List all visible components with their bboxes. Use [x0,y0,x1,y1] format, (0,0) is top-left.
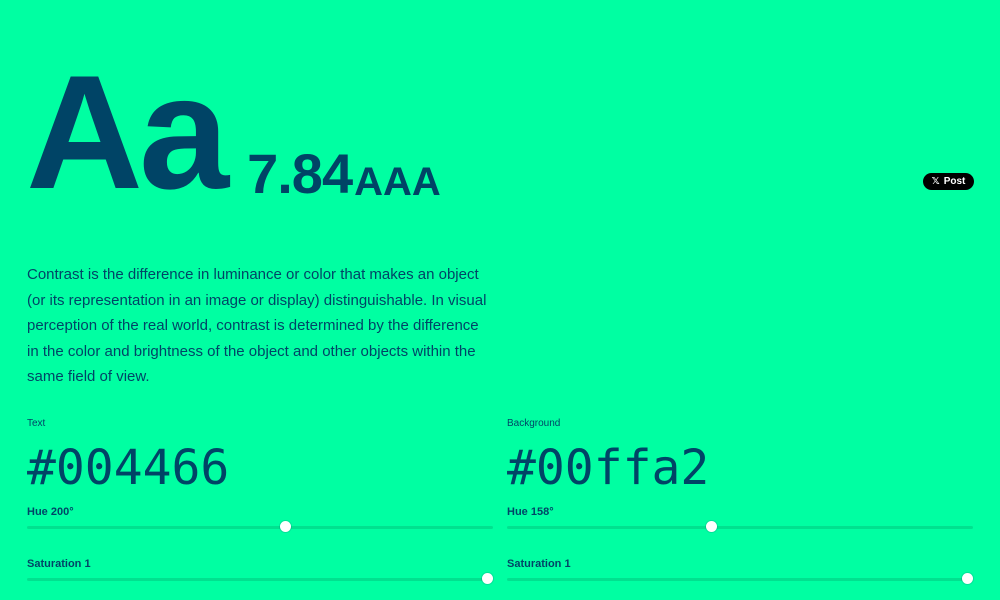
background-saturation-slider[interactable] [507,573,973,585]
slider-thumb[interactable] [279,521,291,532]
contrast-score: AAA [354,160,441,204]
contrast-description: Contrast is the difference in luminance … [27,266,487,385]
text-hue-slider[interactable] [27,521,493,533]
post-share-button[interactable]: 𝕏 Post [923,173,974,190]
background-hex-input[interactable]: #00ffa2 [507,444,973,492]
text-color-controls: Text #004466 Hue 200° Saturation 1 [27,418,493,585]
post-button-label: Post [943,176,966,187]
background-hue-slider[interactable] [507,521,973,533]
contrast-preview: Aa 7.84 AAA [26,52,441,214]
background-hue-label: Hue 158° [507,506,554,518]
background-color-label: Background [507,418,561,429]
text-hex-input[interactable]: #004466 [27,444,493,492]
x-icon: 𝕏 [931,175,940,187]
slider-track [507,526,973,529]
slider-track [507,578,973,581]
contrast-ratio: 7.84 [247,142,353,205]
slider-track [27,578,493,581]
text-color-label: Text [27,418,46,429]
slider-thumb[interactable] [482,573,493,584]
slider-thumb[interactable] [962,573,973,584]
text-hue-label: Hue 200° [27,506,74,518]
slider-track [27,526,493,529]
slider-thumb[interactable] [705,521,717,532]
text-saturation-label: Saturation 1 [27,558,91,570]
sample-text: Aa [26,42,229,223]
background-color-controls: Background #00ffa2 Hue 158° Saturation 1 [507,418,973,585]
text-saturation-slider[interactable] [27,573,493,585]
background-saturation-label: Saturation 1 [507,558,571,570]
